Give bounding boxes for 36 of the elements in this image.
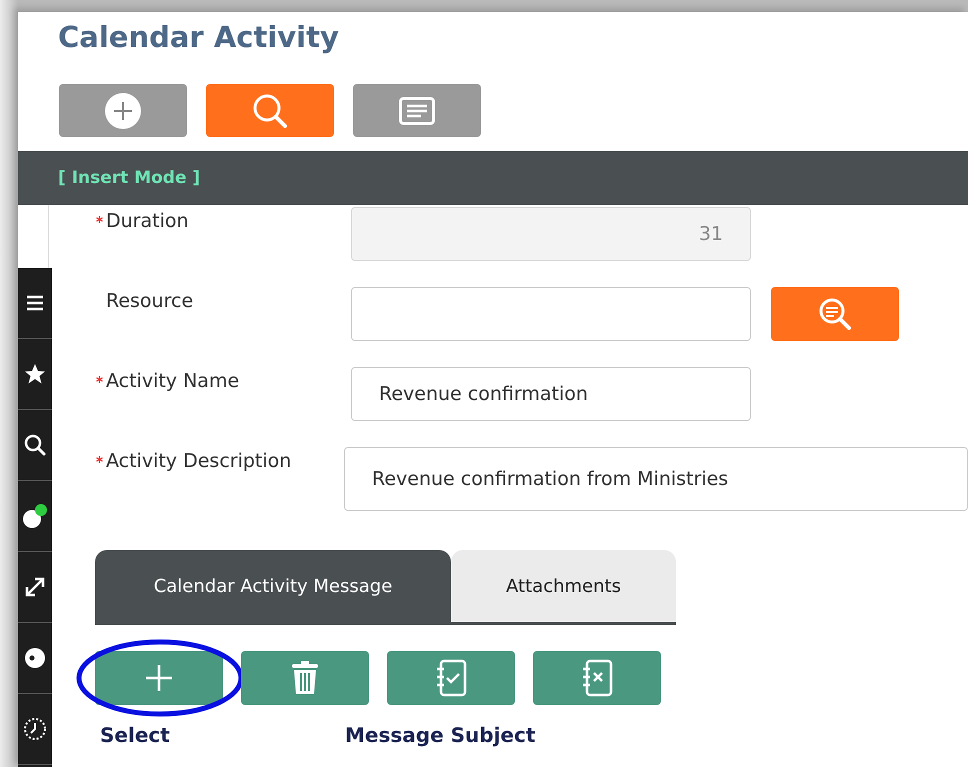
input-field[interactable]: Revenue confirmation (351, 367, 751, 421)
input-field[interactable]: Revenue confirmation from Ministries (344, 447, 968, 511)
list-button[interactable] (353, 84, 481, 137)
trash-icon (291, 661, 319, 695)
field-label: Duration (105, 210, 189, 232)
plus-icon (144, 663, 174, 693)
reject-button[interactable] (533, 651, 661, 705)
search-icon (251, 92, 289, 130)
field-label: Activity Name (105, 370, 240, 392)
notebook-x-icon (581, 659, 613, 697)
delete-button[interactable] (241, 651, 369, 705)
column-header: Select (100, 723, 171, 747)
tab[interactable]: Calendar Activity Message (95, 550, 451, 622)
star-icon (24, 363, 46, 385)
page-title: Calendar Activity (57, 19, 340, 56)
approve-button[interactable] (387, 651, 515, 705)
lookup-button[interactable] (771, 287, 899, 341)
add-button[interactable] (95, 651, 223, 705)
expand-arrows-icon (24, 576, 46, 598)
search-list-icon (817, 296, 853, 332)
plus-circle-icon (104, 92, 142, 130)
tab[interactable]: Attachments (451, 550, 676, 622)
column-header: Message Subject (345, 723, 536, 747)
document-icon (399, 96, 435, 124)
mode-label: [ Insert Mode ] (58, 168, 200, 188)
clock-icon (23, 717, 47, 741)
checklist-icon (435, 659, 467, 697)
add-button[interactable] (59, 84, 187, 137)
menu-icon (25, 293, 45, 313)
field-label: Resource (105, 290, 194, 312)
notification-icon (22, 503, 48, 529)
field-label: Activity Description (105, 450, 292, 472)
input-field[interactable] (351, 287, 751, 341)
search-button[interactable] (206, 84, 334, 137)
circle-icon (24, 647, 46, 669)
search-icon (24, 434, 46, 456)
